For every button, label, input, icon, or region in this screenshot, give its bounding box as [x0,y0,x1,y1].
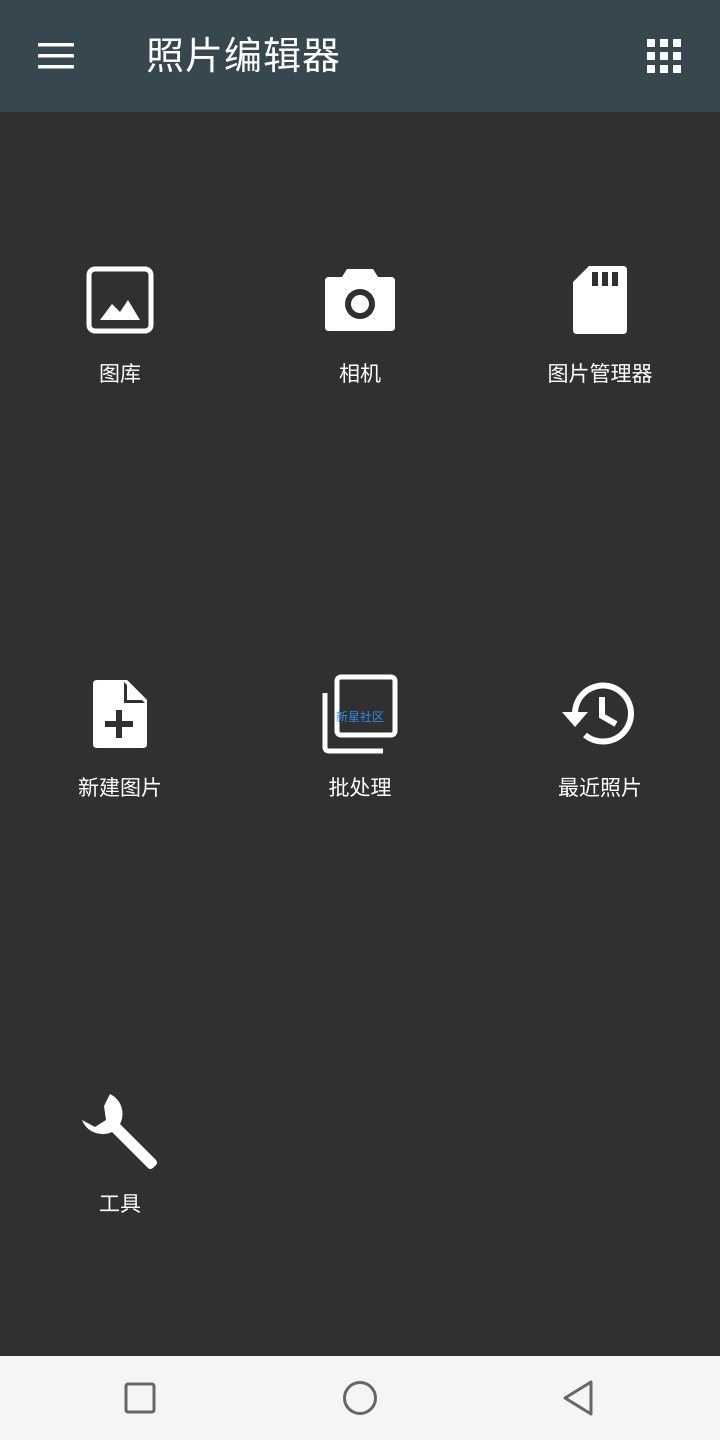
recents-button[interactable] [110,1368,170,1428]
menu-button[interactable] [20,30,92,82]
tile-new-image[interactable]: 新建图片 [20,672,220,832]
tile-label: 相机 [339,362,381,386]
new-file-icon [93,680,147,748]
apps-grid-icon [647,39,681,73]
tile-camera[interactable]: 相机 [260,258,460,418]
tile-batch[interactable]: 新星社区 批处理 [260,672,460,832]
tile-gallery[interactable]: 图库 [20,258,220,418]
tile-label: 图片管理器 [547,362,653,386]
batch-icon [322,674,398,754]
wrench-icon [82,1094,157,1169]
home-button[interactable] [330,1368,390,1428]
page-title: 照片编辑器 [146,34,342,78]
system-nav-bar [0,1356,720,1440]
recents-icon [124,1382,156,1414]
back-icon [563,1380,593,1416]
sd-card-icon [573,266,627,334]
tile-tools[interactable]: 工具 [20,1088,220,1248]
menu-icon [38,43,74,69]
tile-label: 新建图片 [78,776,162,800]
camera-icon [325,269,395,331]
app-root: 照片编辑器 图库 相机 图片管理器 新建图片 新星社区 批处理 最近照片 工具 [0,0,720,1440]
home-icon [343,1381,377,1415]
history-icon [562,682,634,745]
app-bar: 照片编辑器 [0,0,720,112]
tile-label: 批处理 [328,776,392,800]
image-icon [86,266,154,334]
tile-label: 工具 [99,1192,141,1216]
tile-label: 图库 [99,362,141,386]
apps-grid-button[interactable] [632,26,696,86]
tile-image-manager[interactable]: 图片管理器 [500,258,700,418]
tile-recent-photos[interactable]: 最近照片 [500,672,700,832]
back-button[interactable] [548,1368,608,1428]
tile-label: 最近照片 [558,776,642,800]
